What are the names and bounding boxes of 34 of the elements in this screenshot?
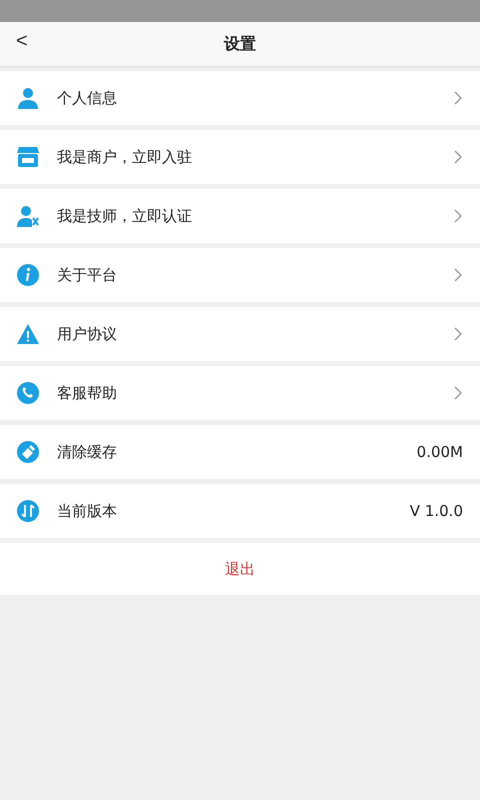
chevron-icon — [453, 149, 463, 165]
settings-item[interactable]: 清除缓存 0.00M — [0, 425, 480, 479]
phone-icon — [16, 381, 40, 405]
chevron-icon — [453, 90, 463, 106]
item-value: V 1.0.0 — [410, 502, 463, 520]
settings-item[interactable]: 客服帮助 — [0, 366, 480, 420]
info-icon — [16, 263, 40, 287]
item-label: 我是商户，立即入驻 — [57, 148, 193, 166]
settings-item[interactable]: 用户协议 — [0, 307, 480, 361]
chevron-icon — [453, 385, 463, 401]
item-label: 当前版本 — [57, 502, 118, 520]
settings-item[interactable]: 我是商户，立即入驻 — [0, 130, 480, 184]
item-label: 我是技师，立即认证 — [57, 206, 193, 226]
technician-icon — [16, 204, 40, 228]
chevron-icon — [453, 208, 463, 224]
settings-item[interactable]: 个人信息 — [0, 71, 480, 125]
settings-item[interactable]: 我是技师，立即认证 — [0, 189, 480, 243]
item-label: 个人信息 — [57, 88, 118, 108]
item-value: 0.00M — [416, 443, 463, 461]
item-label: 用户协议 — [57, 324, 118, 344]
shop-icon — [16, 145, 40, 169]
settings-item[interactable]: 关于平台 — [0, 248, 480, 302]
item-label: 关于平台 — [57, 266, 118, 284]
chevron-icon — [453, 326, 463, 342]
logout-button[interactable]: 退出 — [217, 556, 263, 582]
item-label: 清除缓存 — [57, 442, 118, 462]
item-label: 客服帮助 — [57, 384, 118, 402]
chevron-icon — [453, 267, 463, 283]
page-title: 设置 — [224, 34, 256, 54]
warning-icon — [16, 322, 40, 346]
swap-icon — [16, 499, 40, 523]
back-button[interactable]: < — [10, 30, 34, 53]
settings-item[interactable]: 当前版本 V 1.0.0 — [0, 484, 480, 538]
person-icon — [16, 86, 40, 110]
